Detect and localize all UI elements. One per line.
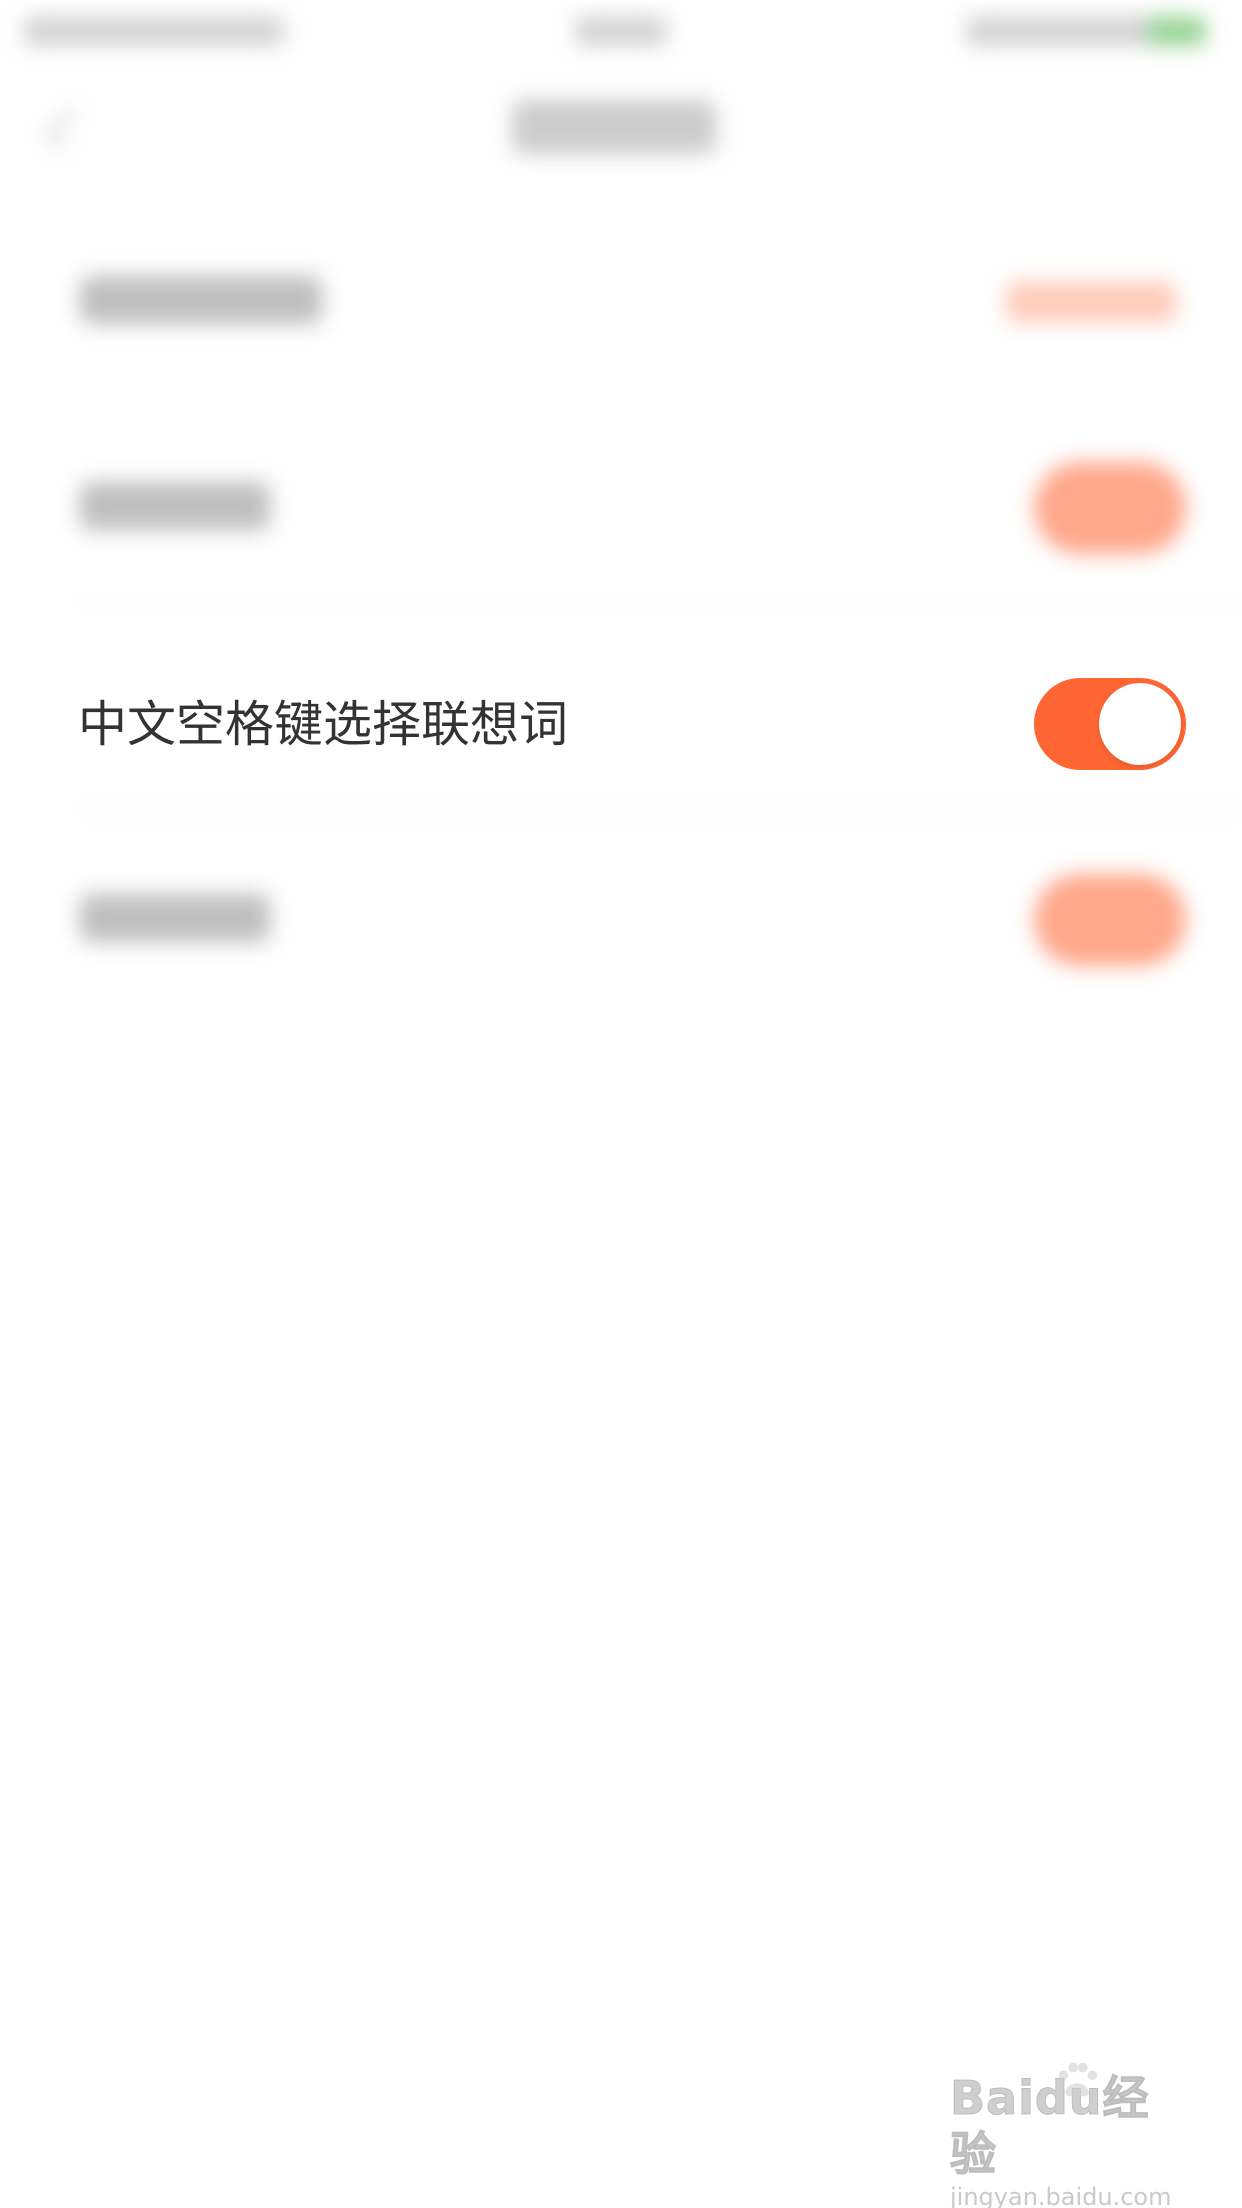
watermark-url: jingyan.baidu.com [950,2183,1172,2208]
chinese-space-key-prediction-toggle[interactable] [1034,678,1186,770]
toggle-knob-2 [1039,467,1121,549]
status-bar [0,0,1242,62]
row-label-1 [80,276,322,324]
settings-screen: 中文空格键选择联想词 Baidu经验 jingyan.baidu.com [0,0,1242,2208]
settings-row-chinese-space-key-prediction[interactable]: 中文空格键选择联想词 [0,610,1242,817]
row-label-4 [80,894,270,942]
status-time [575,16,667,46]
status-left-text [24,16,284,46]
toggle-knob-chinese-space-key-prediction [1099,683,1181,765]
row-value-1 [1006,282,1176,322]
paw-icon [1058,2062,1098,2097]
settings-row-2[interactable] [0,404,1242,611]
status-right-text [966,16,1206,46]
toggle-switch-2[interactable] [1034,462,1186,554]
chinese-space-key-prediction-label: 中文空格键选择联想词 [78,698,569,752]
toggle-switch-4[interactable] [1034,874,1186,966]
settings-row-4[interactable] [0,816,1242,1022]
navigation-bar [0,62,1242,198]
page-title [512,100,716,154]
settings-row-1[interactable] [0,198,1242,404]
baidu-jingyan-watermark: Baidu经验 jingyan.baidu.com [950,2062,1180,2208]
toggle-knob-4 [1039,879,1121,961]
row-label-2 [80,482,270,530]
back-chevron-left-icon[interactable] [45,107,89,151]
